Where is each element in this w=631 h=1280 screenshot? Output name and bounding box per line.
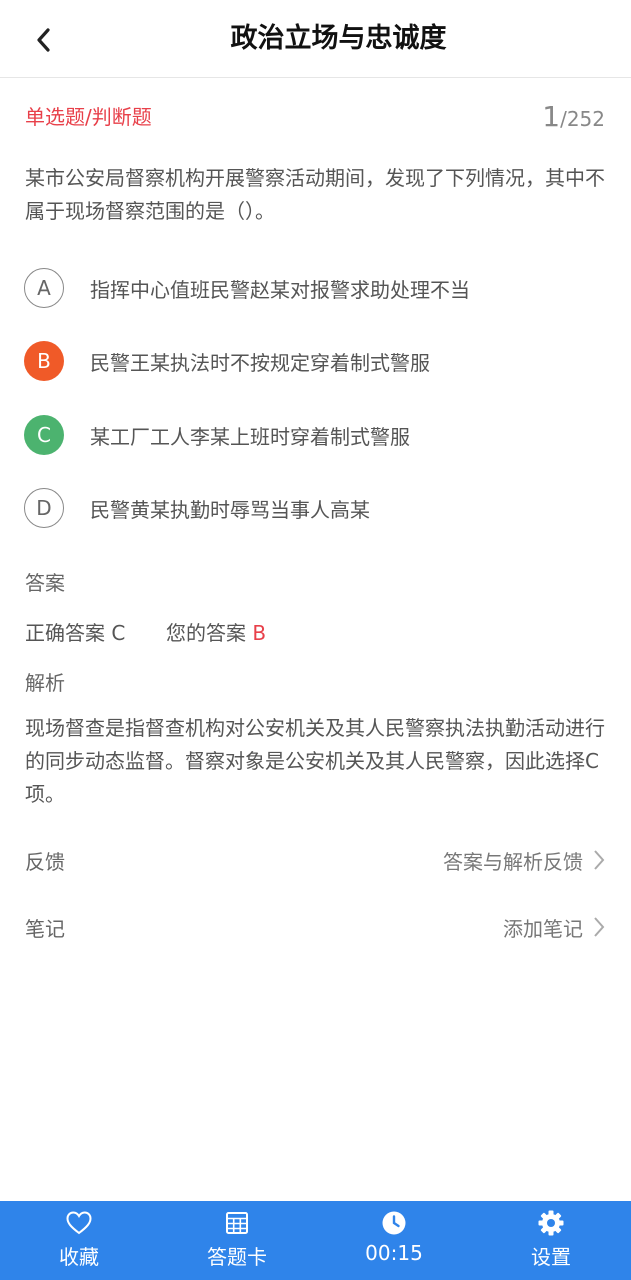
tab-settings-label: 设置 <box>531 1245 571 1269</box>
chevron-right-icon <box>593 916 605 938</box>
add-note-text: 添加笔记 <box>503 916 583 941</box>
bottom-toolbar: 收藏 答题卡 00:15 设置 <box>0 1201 631 1280</box>
option-a-letter: A <box>24 268 64 308</box>
clock-icon <box>381 1209 407 1237</box>
tab-settings[interactable]: 设置 <box>491 1201 611 1280</box>
tab-favorite[interactable]: 收藏 <box>19 1201 139 1280</box>
tab-favorite-label: 收藏 <box>59 1245 99 1269</box>
heart-icon <box>65 1209 93 1237</box>
option-b-text: 民警王某执法时不按规定穿着制式警服 <box>90 350 430 375</box>
feedback-row: 反馈 答案与解析反馈 <box>25 840 605 880</box>
chevron-right-icon <box>593 849 605 871</box>
timer-value: 00:15 <box>365 1241 423 1265</box>
question-text: 某市公安局督察机构开展警察活动期间，发现了下列情况，其中不属于现场督察范围的是（… <box>25 166 605 223</box>
current-question-number: 1 <box>542 100 561 133</box>
question-counter: 1/252 <box>542 100 605 133</box>
total-question-count: /252 <box>560 107 605 131</box>
tab-answer-card-label: 答题卡 <box>207 1245 267 1269</box>
gear-icon <box>537 1209 565 1237</box>
feedback-link[interactable]: 答案与解析反馈 <box>443 846 605 875</box>
option-a-text: 指挥中心值班民警赵某对报警求助处理不当 <box>90 277 470 302</box>
your-answer-label: 您的答案 <box>166 621 247 645</box>
your-answer-value: B <box>252 621 267 645</box>
tab-answer-card[interactable]: 答题卡 <box>177 1201 297 1280</box>
feedback-link-text: 答案与解析反馈 <box>443 849 583 874</box>
analysis-text: 现场督查是指督查机构对公安机关及其人民警察执法执勤活动进行的同步动态监督。督察对… <box>25 716 605 806</box>
analysis-section-label: 解析 <box>25 671 65 695</box>
option-d-text: 民警黄某执勤时辱骂当事人高某 <box>90 497 370 522</box>
notes-label: 笔记 <box>25 916 65 941</box>
correct-answer-value: C <box>111 621 126 645</box>
option-c-text: 某工厂工人李某上班时穿着制式警服 <box>90 424 410 449</box>
option-c[interactable]: C 某工厂工人李某上班时穿着制式警服 <box>24 413 604 457</box>
feedback-label: 反馈 <box>25 849 65 874</box>
option-b[interactable]: B 民警王某执法时不按规定穿着制式警服 <box>24 339 604 383</box>
answer-section-label: 答案 <box>25 571 65 595</box>
option-b-letter: B <box>24 341 64 381</box>
option-a[interactable]: A 指挥中心值班民警赵某对报警求助处理不当 <box>24 266 604 310</box>
grid-icon <box>226 1209 248 1237</box>
header-bar: 政治立场与忠诚度 <box>0 0 631 78</box>
add-note-link[interactable]: 添加笔记 <box>503 913 605 942</box>
answer-line: 正确答案 C 您的答案 B <box>25 617 266 646</box>
correct-answer-label: 正确答案 <box>25 621 105 645</box>
option-d[interactable]: D 民警黄某执勤时辱骂当事人高某 <box>24 486 604 530</box>
question-type-label: 单选题/判断题 <box>25 105 152 129</box>
notes-row: 笔记 添加笔记 <box>25 907 605 947</box>
timer: 00:15 <box>334 1201 454 1280</box>
option-c-letter: C <box>24 415 64 455</box>
page-title: 政治立场与忠诚度 <box>230 23 447 54</box>
option-d-letter: D <box>24 488 64 528</box>
